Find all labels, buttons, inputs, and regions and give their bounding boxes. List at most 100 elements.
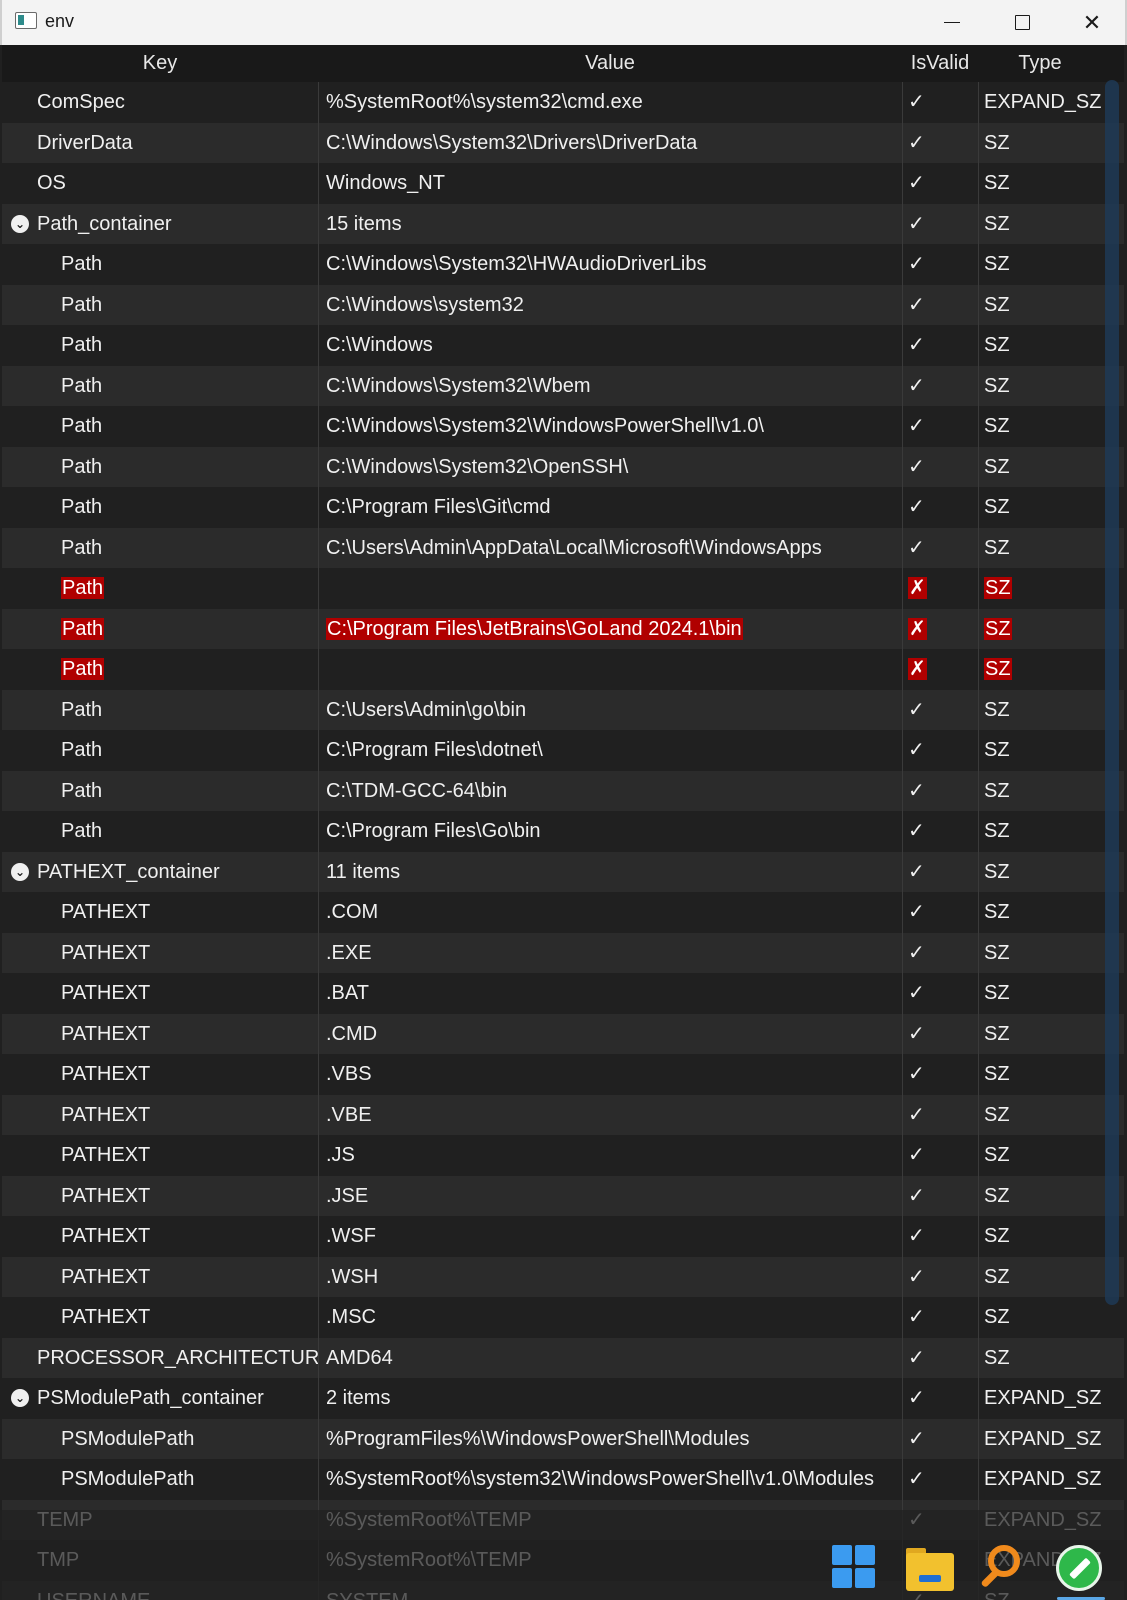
table-row[interactable]: PSModulePath %ProgramFiles%\WindowsPowerS… xyxy=(2,1418,1124,1459)
table-row[interactable]: PROCESSOR_ARCHITECTURE AMD64 ✓ SZ xyxy=(2,1337,1124,1378)
table-row[interactable]: Path C:\Windows\system32 ✓ SZ xyxy=(2,284,1124,325)
type-text: SZ xyxy=(984,1063,1010,1085)
table-row[interactable]: PATHEXT .VBE ✓ SZ xyxy=(2,1094,1124,1135)
table-row[interactable]: Path C:\Windows\System32\HWAudioDriverLib… xyxy=(2,244,1124,285)
expand-chevron-icon[interactable]: ⌄ xyxy=(11,1389,29,1407)
table-row[interactable]: Path ✗ SZ xyxy=(2,568,1124,609)
value-cell: C:\Users\Admin\AppData\Local\Microsoft\W… xyxy=(318,527,902,568)
isvalid-cell: ✓ xyxy=(902,1054,978,1095)
type-text: SZ xyxy=(984,496,1010,518)
table-row[interactable]: Path C:\Windows\System32\Wbem ✓ SZ xyxy=(2,365,1124,406)
column-header-isvalid[interactable]: IsValid xyxy=(902,45,978,82)
key-cell: PATHEXT xyxy=(2,1135,318,1176)
table-row[interactable]: Path C:\Users\Admin\AppData\Local\Microso… xyxy=(2,527,1124,569)
table-row[interactable]: PSModulePath %SystemRoot%\system32\Window… xyxy=(2,1459,1124,1500)
expand-chevron-icon[interactable]: ⌄ xyxy=(11,214,29,233)
isvalid-cell: ✓ xyxy=(902,851,978,892)
type-text: SZ xyxy=(984,1144,1010,1166)
table-row[interactable]: DriverData C:\Windows\System32\Drivers\Dr… xyxy=(2,122,1124,163)
isvalid-cell: ✓ xyxy=(902,487,978,528)
table-row[interactable]: PATHEXT .JSE ✓ SZ xyxy=(2,1175,1124,1216)
env-window: env ✕ Key Value IsValid Type ComSpec %Sys… xyxy=(0,0,1127,1600)
type-text: EXPAND_SZ xyxy=(984,1427,1102,1450)
table-row[interactable]: Path ✗ SZ xyxy=(2,649,1124,690)
type-text: SZ xyxy=(984,1265,1010,1288)
table-row[interactable]: Path C:\Program Files\JetBrains\GoLand 20… xyxy=(2,608,1124,649)
expand-chevron-icon[interactable]: ⌄ xyxy=(11,862,29,881)
minimize-button[interactable] xyxy=(917,0,987,45)
table-row[interactable]: ComSpec %SystemRoot%\system32\cmd.exe ✓ EXP… xyxy=(2,82,1124,123)
value-text: C:\Users\Admin\go\bin xyxy=(326,698,527,721)
table-row[interactable]: PATHEXT .JS ✓ SZ xyxy=(2,1135,1124,1176)
table-row[interactable]: PATHEXT .EXE ✓ SZ xyxy=(2,932,1124,974)
checkmark-icon: ✓ xyxy=(908,496,925,518)
value-cell: C:\Program Files\Go\bin xyxy=(318,811,902,852)
table-header: Key Value IsValid Type xyxy=(2,45,1124,82)
key-text: Path xyxy=(61,577,105,599)
key-text: PATHEXT xyxy=(61,901,151,923)
key-cell: PATHEXT xyxy=(2,1297,318,1338)
column-header-key[interactable]: Key xyxy=(2,45,318,82)
search-icon[interactable] xyxy=(980,1545,1026,1591)
checkmark-icon: ✓ xyxy=(908,941,925,964)
type-cell: SZ xyxy=(978,568,1124,609)
table-row[interactable]: ⌄ Path_container 15 items ✓ SZ xyxy=(2,203,1124,244)
table-row[interactable]: Path C:\Windows ✓ SZ xyxy=(2,325,1124,366)
table-row[interactable]: Path C:\Program Files\dotnet\ ✓ SZ xyxy=(2,730,1124,771)
table-row[interactable]: PATHEXT .WSH ✓ SZ xyxy=(2,1256,1124,1297)
type-cell: EXPAND_SZ xyxy=(978,82,1124,123)
type-cell: SZ xyxy=(978,527,1124,568)
table-row[interactable]: PATHEXT .MSC ✓ SZ xyxy=(2,1297,1124,1338)
column-header-type[interactable]: Type xyxy=(978,45,1102,82)
checkmark-icon: ✓ xyxy=(908,212,925,235)
key-text: PATHEXT xyxy=(61,1144,151,1166)
cross-icon: ✗ xyxy=(908,658,927,680)
key-cell: PATHEXT xyxy=(2,933,318,974)
type-cell: SZ xyxy=(978,1094,1124,1135)
checkmark-icon: ✓ xyxy=(908,1225,925,1247)
table-row[interactable]: Path C:\Program Files\Go\bin ✓ SZ xyxy=(2,811,1124,852)
isvalid-cell: ✓ xyxy=(902,1297,978,1338)
table-row[interactable]: PATHEXT .WSF ✓ SZ xyxy=(2,1216,1124,1257)
table-row[interactable]: ⌄ PATHEXT_container 11 items ✓ SZ xyxy=(2,851,1124,893)
table-row[interactable]: PATHEXT .COM ✓ SZ xyxy=(2,892,1124,933)
table-row[interactable]: Path C:\Program Files\Git\cmd ✓ SZ xyxy=(2,487,1124,528)
close-button[interactable]: ✕ xyxy=(1057,0,1127,45)
table-row[interactable]: Path C:\Windows\System32\OpenSSH\ ✓ SZ xyxy=(2,446,1124,487)
table-row[interactable]: PATHEXT .BAT ✓ SZ xyxy=(2,973,1124,1014)
type-text: SZ xyxy=(984,860,1010,883)
vertical-scrollbar[interactable] xyxy=(1105,80,1119,1305)
key-cell: Path xyxy=(2,528,318,569)
key-text: PATHEXT xyxy=(61,1022,151,1045)
value-text: C:\Program Files\Go\bin xyxy=(326,820,541,842)
type-text: SZ xyxy=(984,779,1010,802)
value-cell: .WSF xyxy=(318,1216,902,1257)
table-row[interactable]: PATHEXT .VBS ✓ SZ xyxy=(2,1054,1124,1095)
windows-start-icon[interactable] xyxy=(832,1545,878,1591)
checkmark-icon: ✓ xyxy=(908,901,925,923)
table-row[interactable]: Path C:\TDM-GCC-64\bin ✓ SZ xyxy=(2,770,1124,811)
checkmark-icon: ✓ xyxy=(908,455,925,478)
type-text: SZ xyxy=(984,901,1010,923)
value-text: .WSF xyxy=(326,1225,376,1247)
type-cell: EXPAND_SZ xyxy=(978,1378,1124,1419)
maximize-button[interactable] xyxy=(987,0,1057,45)
table-row[interactable]: OS Windows_NT ✓ SZ xyxy=(2,163,1124,204)
isvalid-cell: ✓ xyxy=(902,1135,978,1176)
key-cell: ⌄ PATHEXT_container xyxy=(2,852,318,893)
column-header-value[interactable]: Value xyxy=(318,45,902,82)
key-cell: Path xyxy=(2,649,318,690)
value-text: .EXE xyxy=(326,941,372,964)
value-cell: C:\Program Files\dotnet\ xyxy=(318,730,902,771)
notepad-icon[interactable] xyxy=(1056,1545,1102,1591)
isvalid-cell: ✓ xyxy=(902,1378,978,1419)
file-explorer-icon[interactable] xyxy=(905,1545,954,1591)
table-row[interactable]: Path C:\Users\Admin\go\bin ✓ SZ xyxy=(2,689,1124,730)
table-row[interactable]: Path C:\Windows\System32\WindowsPowerShel… xyxy=(2,406,1124,447)
isvalid-cell: ✓ xyxy=(902,811,978,852)
type-text: SZ xyxy=(984,698,1010,721)
checkmark-icon: ✓ xyxy=(908,1387,925,1409)
table-row[interactable]: PATHEXT .CMD ✓ SZ xyxy=(2,1013,1124,1054)
value-cell: 11 items xyxy=(318,851,902,892)
table-row[interactable]: ⌄ PSModulePath_container 2 items ✓ EXPAND_SZ xyxy=(2,1378,1124,1419)
